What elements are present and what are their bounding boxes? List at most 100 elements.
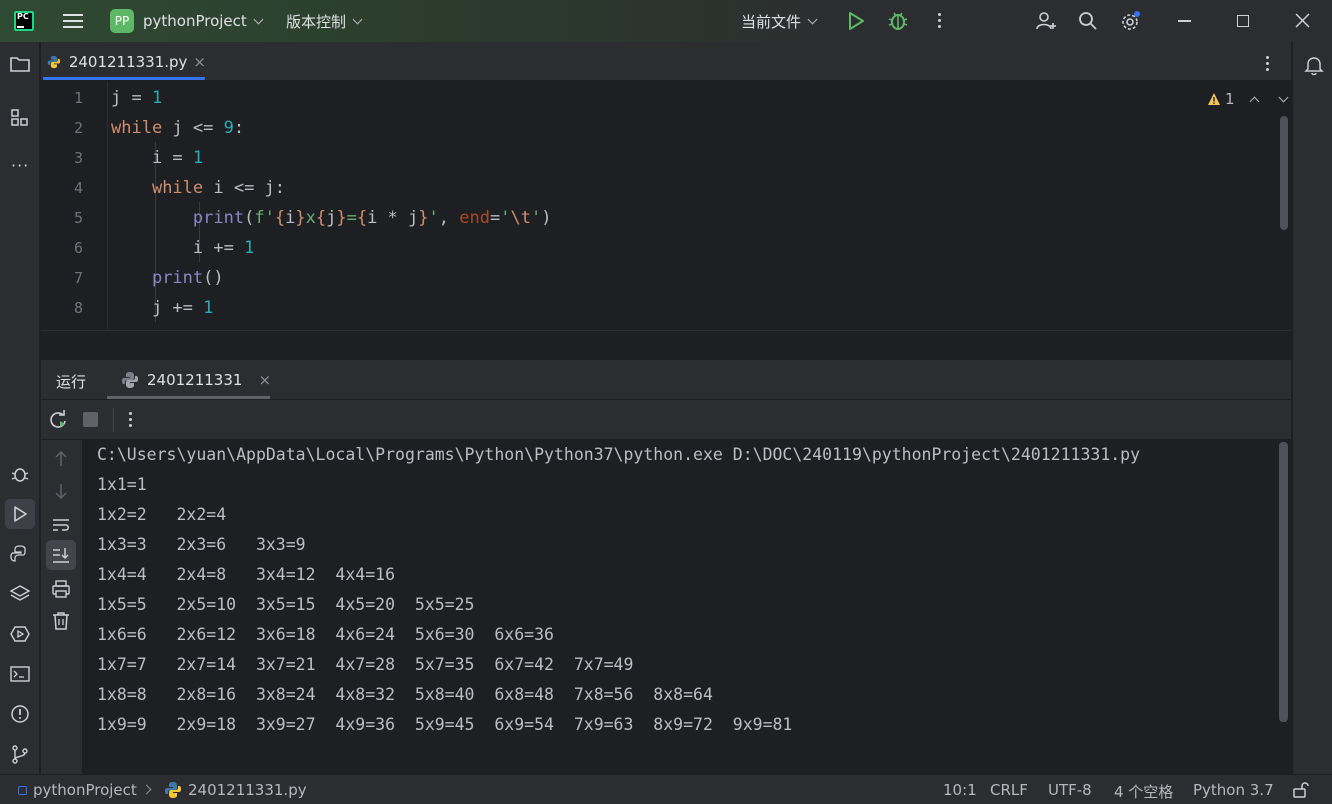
minimize-icon[interactable] bbox=[1178, 20, 1191, 22]
file-encoding[interactable]: UTF-8 bbox=[1048, 781, 1092, 799]
arrow-up-icon[interactable] bbox=[50, 448, 72, 470]
console-line: 1x5=5 2x5=10 3x5=15 4x5=20 5x5=25 bbox=[97, 595, 475, 614]
python-console-icon[interactable] bbox=[9, 543, 31, 565]
lock-icon[interactable] bbox=[1292, 781, 1310, 799]
console-line: 1x7=7 2x7=14 3x7=21 4x7=28 5x7=35 6x7=42… bbox=[97, 655, 634, 674]
run-tab[interactable]: 2401211331 × bbox=[121, 360, 271, 400]
pycharm-logo-icon[interactable]: PC bbox=[14, 11, 34, 31]
notifications-bell-icon[interactable] bbox=[1303, 54, 1325, 76]
trash-icon[interactable] bbox=[50, 610, 72, 632]
toolbar-separator bbox=[113, 408, 114, 432]
debug-tool-icon[interactable] bbox=[9, 463, 31, 485]
editor-scrollbar[interactable] bbox=[1280, 116, 1288, 230]
chevron-down-icon[interactable] bbox=[1278, 92, 1288, 102]
tab-options-icon[interactable] bbox=[1266, 56, 1270, 74]
line-number: 3 bbox=[73, 149, 83, 167]
debug-icon[interactable] bbox=[887, 10, 909, 32]
chevron-up-icon[interactable] bbox=[1249, 96, 1259, 106]
problems-icon[interactable] bbox=[9, 703, 31, 725]
run-panel-title: 运行 bbox=[56, 373, 87, 391]
line-number: 8 bbox=[73, 299, 83, 317]
run-config-label: 当前文件 bbox=[741, 12, 802, 31]
breadcrumb-file[interactable]: 2401211331.py bbox=[188, 781, 307, 799]
line-number: 4 bbox=[73, 179, 83, 197]
scroll-to-end-icon[interactable] bbox=[50, 544, 72, 566]
project-name: pythonProject bbox=[143, 12, 247, 30]
active-tab-indicator bbox=[43, 77, 205, 80]
line-number: 5 bbox=[73, 209, 83, 227]
close-window-icon[interactable] bbox=[1292, 10, 1314, 32]
services-icon[interactable] bbox=[9, 623, 31, 645]
stop-icon[interactable] bbox=[83, 412, 98, 427]
soft-wrap-icon[interactable] bbox=[50, 514, 72, 536]
warning-icon bbox=[1208, 93, 1220, 105]
main-menu-icon[interactable] bbox=[62, 0, 84, 42]
code-line-3: i = 1 bbox=[111, 148, 204, 168]
settings-gear-icon[interactable] bbox=[1119, 10, 1141, 32]
gutter-divider bbox=[107, 82, 108, 330]
arrow-down-icon[interactable] bbox=[50, 480, 72, 502]
print-icon[interactable] bbox=[50, 578, 72, 600]
run-icon[interactable] bbox=[845, 10, 867, 32]
folder-icon[interactable] bbox=[9, 53, 31, 75]
python-file-icon bbox=[47, 55, 61, 68]
line-ending[interactable]: CRLF bbox=[990, 781, 1028, 799]
run-tab-label: 2401211331 bbox=[147, 371, 243, 389]
console-line: 1x6=6 2x6=12 3x6=18 4x6=24 5x6=30 6x6=36 bbox=[97, 625, 554, 644]
python-interpreter[interactable]: Python 3.7 bbox=[1193, 781, 1274, 799]
editor-tab-bar: 2401211331.py × bbox=[41, 42, 1291, 81]
run-more-icon[interactable] bbox=[129, 412, 133, 430]
project-badge[interactable]: PP bbox=[110, 9, 134, 33]
code-line-5: print(f'{i}x{j}={i * j}', end='\t') bbox=[192, 208, 552, 228]
line-number: 7 bbox=[73, 269, 83, 287]
search-icon[interactable] bbox=[1077, 10, 1099, 32]
chevron-down-icon bbox=[253, 14, 264, 24]
more-actions-icon[interactable] bbox=[938, 13, 942, 31]
line-gutter: 1 2 3 4 5 6 7 8 bbox=[41, 82, 107, 330]
vcs-menu[interactable]: 版本控制 bbox=[286, 0, 363, 42]
project-module-icon bbox=[18, 786, 27, 795]
run-tab-indicator bbox=[107, 396, 270, 399]
console-line: 1x8=8 2x8=16 3x8=24 4x8=32 5x8=40 6x8=48… bbox=[97, 685, 713, 704]
run-tool-icon[interactable] bbox=[9, 503, 31, 525]
line-number: 2 bbox=[73, 119, 83, 137]
console-line: 1x1=1 bbox=[97, 475, 147, 494]
layers-icon[interactable] bbox=[9, 583, 31, 605]
warning-count: 1 bbox=[1225, 90, 1235, 108]
run-side-toolbar bbox=[41, 440, 82, 774]
title-bar: PC PP pythonProject 版本控制 当前文件 bbox=[0, 0, 1332, 42]
more-tools-icon[interactable]: ··· bbox=[11, 156, 29, 175]
terminal-icon[interactable] bbox=[9, 663, 31, 685]
indent-setting[interactable]: 4 个空格 bbox=[1114, 781, 1173, 802]
project-selector[interactable]: pythonProject bbox=[143, 0, 264, 42]
chevron-down-icon bbox=[352, 14, 363, 24]
rerun-icon[interactable] bbox=[48, 410, 68, 430]
close-run-tab-icon[interactable]: × bbox=[258, 371, 271, 389]
structure-icon[interactable] bbox=[9, 107, 31, 129]
run-toolbar bbox=[41, 400, 1291, 440]
run-config-selector[interactable]: 当前文件 bbox=[741, 0, 818, 42]
close-tab-icon[interactable]: × bbox=[193, 53, 206, 71]
maximize-icon[interactable] bbox=[1237, 15, 1249, 27]
chevron-down-icon bbox=[807, 14, 818, 24]
console-scrollbar[interactable] bbox=[1279, 442, 1288, 722]
code-editor[interactable]: 1 2 3 4 5 6 7 8 j = 1 while j <= 9: i = … bbox=[41, 82, 1291, 330]
vcs-label: 版本控制 bbox=[286, 12, 347, 31]
caret-position[interactable]: 10:1 bbox=[943, 781, 977, 799]
add-user-icon[interactable] bbox=[1035, 10, 1057, 32]
code-line-2: while j <= 9: bbox=[111, 118, 245, 138]
git-icon[interactable] bbox=[9, 743, 31, 765]
breadcrumb-project[interactable]: pythonProject bbox=[33, 781, 137, 799]
python-file-icon bbox=[122, 372, 138, 388]
console-line: 1x3=3 2x3=6 3x3=9 bbox=[97, 535, 306, 554]
code-line-6: i += 1 bbox=[111, 238, 255, 258]
editor-tab[interactable]: 2401211331.py × bbox=[41, 42, 206, 81]
left-tool-strip: ··· bbox=[0, 42, 40, 774]
console-line: 1x9=9 2x9=18 3x9=27 4x9=36 5x9=45 6x9=54… bbox=[97, 715, 793, 734]
console-output[interactable]: C:\Users\yuan\AppData\Local\Programs\Pyt… bbox=[82, 440, 1291, 774]
inspection-widget[interactable]: 1 bbox=[1207, 90, 1288, 108]
console-line: 1x2=2 2x2=4 bbox=[97, 505, 227, 524]
breadcrumb-chevron-icon bbox=[141, 784, 152, 795]
editor-bottom-space bbox=[41, 330, 1291, 360]
console-command-line: C:\Users\yuan\AppData\Local\Programs\Pyt… bbox=[97, 445, 1141, 464]
